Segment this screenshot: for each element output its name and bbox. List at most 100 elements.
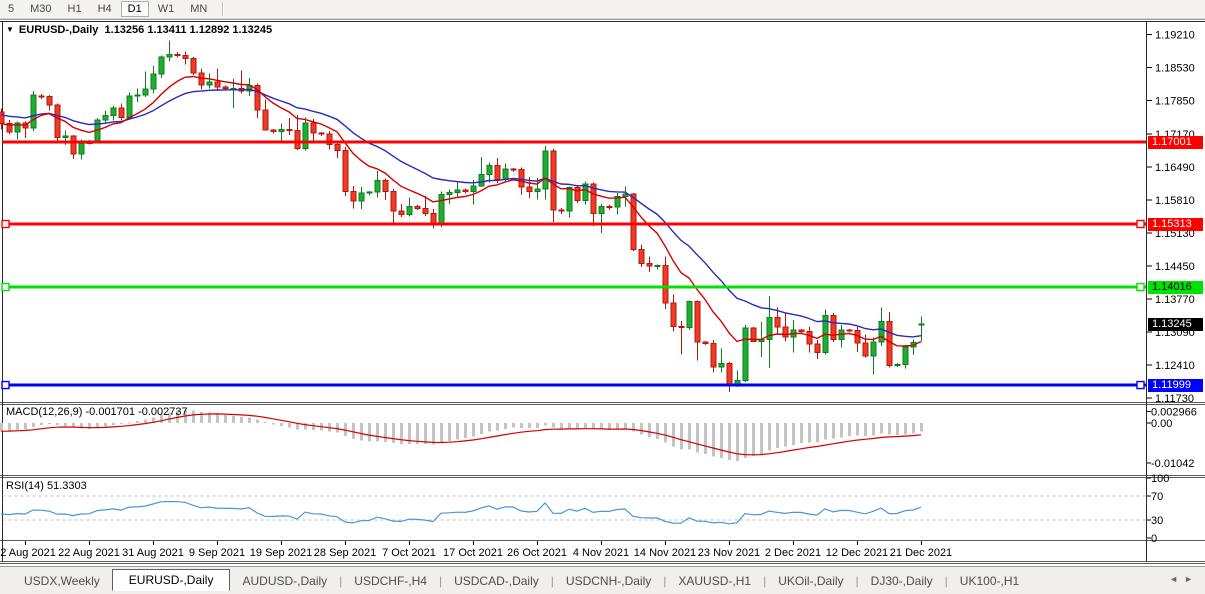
rsi-name: RSI(14) [6,480,44,492]
macd-histogram-bar [488,423,491,432]
date-label: 9 Sep 2021 [189,547,245,559]
chart-tabs-bar: USDX,Weekly EURUSD-,Daily AUDUSD-,Daily | US… [0,566,1205,594]
macd-histogram-bar [688,423,691,450]
price-axis-label: 1.18530 [1155,63,1195,75]
macd-axis-label: -0.01042 [1151,458,1194,470]
macd-histogram-bar [240,416,243,423]
macd-histogram-bar [248,417,251,423]
tab-dj30-daily[interactable]: DJ30-,Daily [859,571,945,591]
macd-histogram-bar [480,423,483,435]
macd-histogram-bar [232,415,235,423]
macd-histogram-bar [616,423,619,430]
price-badge-1.11999: 1.11999 [1148,378,1203,392]
tab-usdcnh-daily[interactable]: USDCNH-,Daily [554,571,663,591]
macd-histogram-bar [424,423,427,445]
tab-scroll-arrows[interactable]: ◄► [1169,574,1199,584]
price-badge-1.14016: 1.14016 [1148,280,1203,294]
window-menu-icon[interactable]: ▼ [6,25,14,34]
macd-histogram-bar [272,423,275,425]
macd-histogram-bar [904,423,907,435]
tab-xauusd-h1[interactable]: XAUUSD-,H1 [666,571,763,591]
tab-audusd-daily[interactable]: AUDUSD-,Daily [230,571,339,591]
macd-histogram-bar [464,423,467,438]
macd-histogram-bar [856,423,859,436]
macd-indicator-label: MACD(12,26,9) -0.001701 -0.002737 [6,406,188,418]
price-axis-label: 1.12410 [1155,360,1195,372]
macd-histogram-bar [392,423,395,444]
tab-usdcad-daily[interactable]: USDCAD-,Daily [442,571,551,591]
date-label: 12 Dec 2021 [826,547,888,559]
tab-scroll-left-icon[interactable]: ◄ [1169,574,1184,584]
hline-handle[interactable] [1,282,10,292]
macd-histogram-bar [888,423,891,435]
macd-histogram-bar [528,423,531,429]
macd-histogram-bar [224,414,227,423]
tab-usdx-weekly[interactable]: USDX,Weekly [12,571,112,591]
macd-histogram-bar [872,423,875,436]
tab-usdchf-h4[interactable]: USDCHF-,H4 [342,571,439,591]
macd-histogram-bar [896,423,899,436]
macd-histogram-bar [800,423,803,444]
tab-scroll-right-icon[interactable]: ► [1184,574,1199,584]
hline-handle[interactable] [1136,282,1145,292]
macd-histogram-bar [8,423,11,431]
macd-histogram-bar [200,411,203,423]
macd-histogram-bar [544,423,547,426]
hline-handle[interactable] [1,219,10,229]
tab-ukoil-daily[interactable]: UKOil-,Daily [766,571,855,591]
macd-histogram-bar [32,423,35,427]
macd-histogram-bar [144,419,147,423]
rsi-axis-label: 0 [1151,533,1157,545]
macd-histogram-bar [824,423,827,440]
rsi-axis-label: 30 [1151,515,1163,527]
price-axis-label: 1.13770 [1155,294,1195,306]
macd-histogram-bar [672,423,675,447]
date-label: 22 Aug 2021 [58,547,120,559]
macd-histogram-bar [728,423,731,460]
macd-histogram-bar [832,423,835,439]
hline-handle[interactable] [1136,219,1145,229]
date-label: 28 Sep 2021 [314,547,376,559]
rsi-indicator-label: RSI(14) 51.3303 [6,480,87,492]
macd-axis-label: 0.002966 [1151,407,1197,419]
tab-uk100-h1[interactable]: UK100-,H1 [948,571,1031,591]
date-label: 7 Oct 2021 [382,547,436,559]
hline-handle[interactable] [1,380,10,390]
macd-histogram-bar [440,423,443,443]
macd-histogram-bar [640,423,643,435]
macd-histogram-bar [696,423,699,453]
price-axis-label: 1.11730 [1155,393,1194,405]
hline-handle[interactable] [1136,380,1145,390]
macd-histogram-bar [264,422,267,424]
date-label: 4 Nov 2021 [573,547,629,559]
macd-histogram-bar [136,420,139,423]
macd-histogram-bar [496,423,499,431]
macd-histogram-bar [456,423,459,440]
macd-histogram-bar [128,422,131,424]
date-label: 21 Dec 2021 [890,547,952,559]
macd-name: MACD(12,26,9) [6,406,83,418]
price-badge-1.15313: 1.15313 [1148,217,1203,231]
price-badge-1.13245: 1.13245 [1148,318,1203,331]
macd-histogram-bar [520,423,523,428]
macd-histogram-bar [792,423,795,445]
macd-histogram-bar [768,423,771,451]
macd-axis-label: 0.00 [1151,418,1172,430]
date-label: 17 Oct 2021 [443,547,503,559]
macd-histogram-bar [648,423,651,438]
macd-histogram-bar [256,419,259,423]
price-axis-label: 1.19210 [1155,30,1195,42]
macd-histogram-bar [432,423,435,445]
macd-histogram-bar [448,423,451,442]
macd-histogram-bar [384,423,387,442]
macd-histogram-bar [192,410,195,423]
macd-histogram-bar [776,423,779,449]
price-axis-label: 1.15810 [1155,195,1195,207]
tab-eurusd-daily[interactable]: EURUSD-,Daily [111,568,231,591]
macd-histogram-bar [664,423,667,443]
chart-canvas[interactable]: 1.192101.185301.178501.171701.164901.158… [0,0,1205,566]
macd-histogram-bar [736,423,739,461]
macd-histogram-bar [880,423,883,434]
macd-histogram-bar [336,423,339,433]
macd-histogram-bar [64,423,67,426]
